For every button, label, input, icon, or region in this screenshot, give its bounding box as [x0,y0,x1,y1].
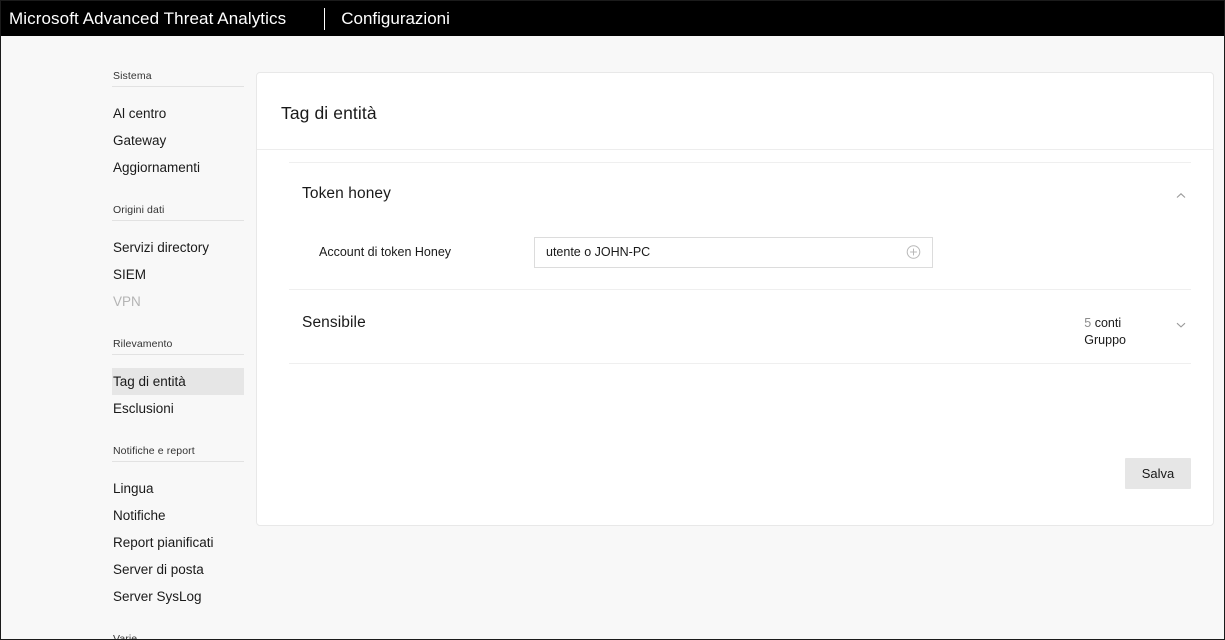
save-button[interactable]: Salva [1125,458,1191,489]
sensitive-title: Sensibile [302,314,366,331]
sensitive-summary: 5 conti Gruppo [1084,314,1188,349]
sidebar-item-tag-di-entita[interactable]: Tag di entità [112,368,244,395]
sensitive-section-bottom-divider [289,363,1191,364]
honey-account-input[interactable] [535,237,932,267]
sensitive-count-unit: conti [1094,316,1122,330]
sidebar-item-al-centro[interactable]: Al centro [112,100,244,127]
sensitive-count-block: 5 conti Gruppo [1084,314,1126,349]
honey-token-section-header[interactable]: Token honey [257,163,1213,203]
sidebar-item-lingua[interactable]: Lingua [112,475,244,502]
honey-account-field-row: Account di token Honey [257,203,1213,268]
honey-token-title: Token honey [302,185,391,202]
sidebar-group: Rilevamento Tag di entità Esclusioni [1,338,256,422]
plus-circle-icon[interactable] [906,245,921,260]
sidebar-group-header: Varie [112,633,244,639]
section-top-spacer [257,124,1213,162]
sidebar-item-report-pianificati[interactable]: Report pianificati [112,529,244,556]
header-divider [324,7,326,30]
chevron-down-icon[interactable] [1174,318,1188,332]
sidebar-item-esclusioni[interactable]: Esclusioni [112,395,244,422]
sidebar-group: VarieLicenze [1,633,256,639]
chevron-up-icon[interactable] [1174,189,1188,203]
sensitive-section-header[interactable]: Sensibile 5 conti Gruppo [257,290,1213,352]
sensitive-count-number: 5 [1084,316,1092,330]
panel-footer: Salva [257,433,1213,525]
entity-tags-panel: Tag di entità Token honey Account di tok… [256,72,1214,526]
sensitive-count-type: Gruppo [1084,333,1126,347]
honey-account-input-wrapper[interactable] [534,236,933,268]
page-title: Tag di entità [281,103,377,123]
sidebar-group: Notifiche e report Lingua Notifiche Report … [1,445,256,610]
sidebar-group-header: Rilevamento [112,338,244,355]
sidebar-item-server-di-posta[interactable]: Server di posta [112,556,244,583]
sidebar-group: Origini dati Servizi directory SIEM VPN [1,204,256,315]
sidebar-item-siem[interactable]: SIEM [112,261,244,288]
product-brand-title: Microsoft Advanced Threat Analytics [9,8,287,28]
application-window: Microsoft Advanced Threat Analytics Conf… [0,0,1225,640]
sidebar-group: Sistema Al centro Gateway Aggiornamenti [1,70,256,181]
sidebar-item-gateway[interactable]: Gateway [112,127,244,154]
honey-account-label: Account di token Honey [319,245,452,259]
sidebar-item-aggiornamenti[interactable]: Aggiornamenti [112,154,244,181]
header-section-title: Configurazioni [341,8,450,28]
sidebar-item-notifiche[interactable]: Notifiche [112,502,244,529]
title-divider [257,149,1213,150]
sidebar-item-servizi-directory[interactable]: Servizi directory [112,234,244,261]
body-region: Sistema Al centro Gateway Aggiornamenti Orig… [1,36,1224,639]
sidebar-item-vpn: VPN [113,294,141,309]
sensitive-count-line: 5 conti [1084,315,1126,332]
sidebar-item-server-syslog[interactable]: Server SysLog [112,583,244,610]
sidebar-group-header: Notifiche e report [112,445,244,462]
sidebar-group-header: Origini dati [112,204,244,221]
settings-sidebar: Sistema Al centro Gateway Aggiornamenti Orig… [1,36,256,639]
sidebar-group-header: Sistema [112,70,244,87]
honey-token-section: Token honey Account di token Honey [257,163,1213,268]
top-header-bar: Microsoft Advanced Threat Analytics Conf… [1,1,1224,36]
